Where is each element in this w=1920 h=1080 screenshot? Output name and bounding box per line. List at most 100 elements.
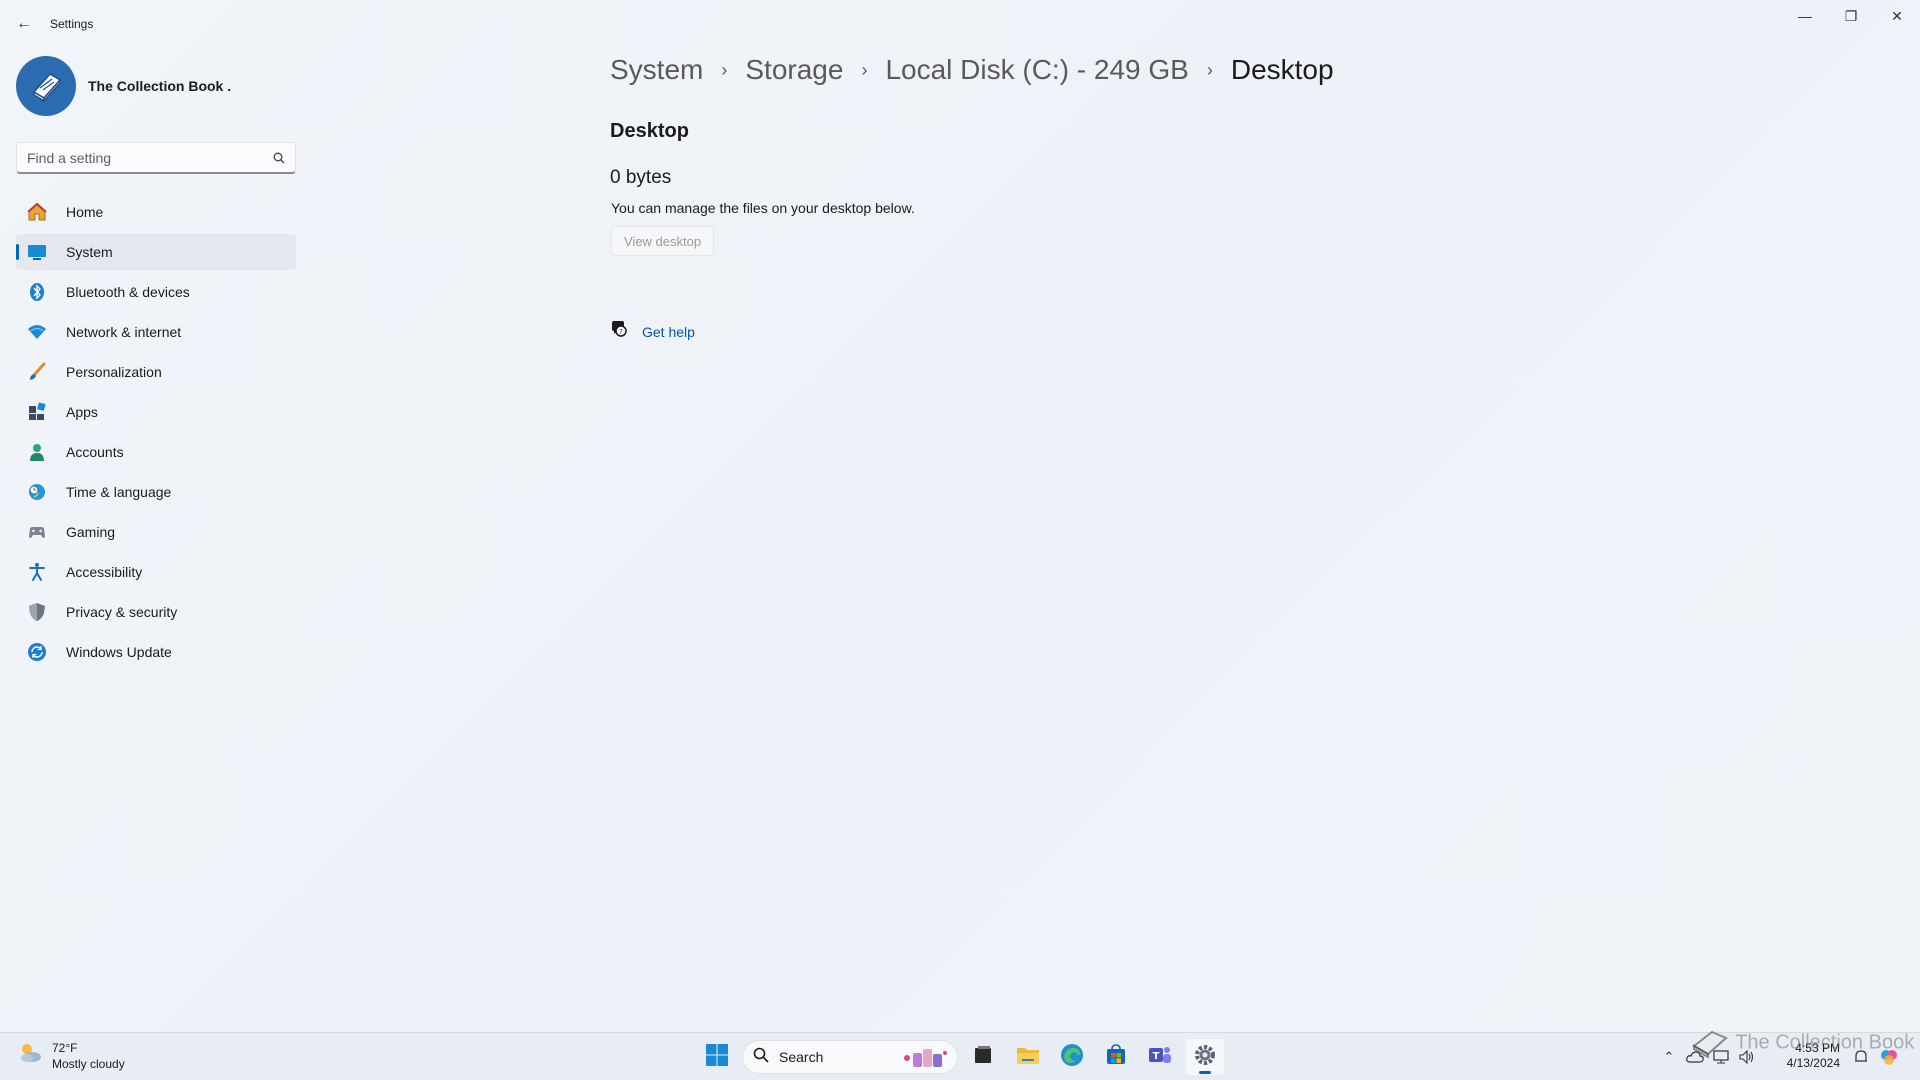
folder-icon <box>1016 1044 1040 1071</box>
bluetooth-icon <box>26 281 48 303</box>
notification-icon[interactable] <box>1848 1044 1874 1070</box>
sidebar-item-privacy[interactable]: Privacy & security <box>16 594 296 630</box>
description: You can manage the files on your desktop… <box>611 200 915 216</box>
section-title: Desktop <box>610 120 689 142</box>
onedrive-icon[interactable] <box>1682 1044 1708 1070</box>
breadcrumb-storage[interactable]: Storage <box>745 54 843 86</box>
wifi-icon <box>26 321 48 343</box>
home-icon <box>26 201 48 223</box>
get-help-link[interactable]: ? Get help <box>610 320 695 343</box>
accessibility-icon <box>26 561 48 583</box>
sidebar-item-label: Accessibility <box>66 564 143 580</box>
sidebar-item-bluetooth[interactable]: Bluetooth & devices <box>16 274 296 310</box>
gear-icon <box>1194 1044 1216 1071</box>
minimize-button[interactable]: — <box>1782 0 1828 32</box>
search-icon <box>753 1047 769 1068</box>
breadcrumb-separator: › <box>721 59 728 80</box>
sidebar-item-personalization[interactable]: Personalization <box>16 354 296 390</box>
sidebar-item-label: Bluetooth & devices <box>66 284 190 300</box>
sidebar-item-accounts[interactable]: Accounts <box>16 434 296 470</box>
breadcrumb-desktop: Desktop <box>1230 54 1334 85</box>
weather-temp: 72°F <box>52 1040 78 1055</box>
search-box[interactable] <box>16 142 296 174</box>
task-view-icon <box>972 1044 994 1071</box>
breadcrumb-local-disk[interactable]: Local Disk (C:) - 249 GB <box>885 54 1188 86</box>
book-icon <box>32 73 62 103</box>
profile[interactable]: The Collection Book . <box>16 56 231 116</box>
get-help-label: Get help <box>642 323 695 340</box>
view-desktop-button[interactable]: View desktop <box>611 226 715 256</box>
volume-icon[interactable] <box>1734 1044 1760 1070</box>
sidebar-item-home[interactable]: Home <box>16 194 296 230</box>
sidebar-nav: Home System Bluetooth & devices Network … <box>16 194 296 674</box>
refresh-icon <box>26 641 48 663</box>
sidebar-item-gaming[interactable]: Gaming <box>16 514 296 550</box>
back-button[interactable]: ← <box>10 12 38 36</box>
gamepad-icon <box>26 521 48 543</box>
start-button[interactable] <box>698 1039 736 1075</box>
sidebar-item-label: Time & language <box>66 484 172 500</box>
clock-date: 4/13/2024 <box>1786 1056 1840 1070</box>
breadcrumb-separator: › <box>861 59 868 80</box>
desktop-size: 0 bytes <box>610 167 672 188</box>
cloud-sun-icon <box>16 1039 44 1072</box>
edge-button[interactable] <box>1053 1039 1091 1075</box>
copilot-icon[interactable] <box>1876 1044 1902 1070</box>
task-view-button[interactable] <box>964 1039 1002 1075</box>
search-icon[interactable] <box>263 152 295 164</box>
teams-button[interactable]: T <box>1141 1039 1179 1075</box>
network-icon[interactable] <box>1708 1044 1734 1070</box>
taskbar-search[interactable]: Search <box>742 1040 958 1074</box>
taskbar: 72°F Mostly cloudy Search T ⌃ 4:53 PM 4/… <box>0 1032 1920 1080</box>
system-tray: ⌃ <box>1656 1033 1760 1080</box>
breadcrumb-separator: › <box>1206 59 1213 80</box>
breadcrumb: System › Storage › Local Disk (C:) - 249… <box>610 54 1334 86</box>
help-icon: ? <box>610 320 628 343</box>
clock-time: 4:53 PM <box>1795 1041 1840 1055</box>
maximize-button[interactable]: ❐ <box>1828 0 1874 32</box>
sidebar-item-label: Privacy & security <box>66 604 178 620</box>
sidebar-item-time-language[interactable]: Time & language <box>16 474 296 510</box>
taskbar-search-label: Search <box>779 1049 824 1065</box>
file-explorer-button[interactable] <box>1009 1039 1047 1075</box>
sidebar-item-label: Personalization <box>66 364 162 380</box>
search-highlight-icon <box>903 1047 949 1074</box>
weather-desc: Mostly cloudy <box>52 1056 125 1071</box>
breadcrumb-system[interactable]: System <box>610 54 703 86</box>
search-input[interactable] <box>17 149 263 166</box>
settings-taskbar-button[interactable] <box>1186 1039 1224 1075</box>
sidebar-item-label: Windows Update <box>66 644 172 660</box>
title-bar: ← Settings — ❐ ✕ <box>0 0 1920 48</box>
sidebar-item-apps[interactable]: Apps <box>16 394 296 430</box>
sidebar-item-accessibility[interactable]: Accessibility <box>16 554 296 590</box>
shield-icon <box>26 601 48 623</box>
teams-icon: T <box>1148 1043 1172 1072</box>
show-hidden-icons-button[interactable]: ⌃ <box>1656 1044 1682 1070</box>
apps-icon <box>26 401 48 423</box>
settings-window: ← Settings — ❐ ✕ The Collection Book . F… <box>0 0 1920 1032</box>
sidebar-item-label: Home <box>66 204 104 220</box>
clock[interactable]: 4:53 PM 4/13/2024 <box>1770 1041 1840 1071</box>
person-icon <box>26 441 48 463</box>
sidebar-item-label: Gaming <box>66 524 116 540</box>
store-icon <box>1105 1043 1127 1071</box>
globe-clock-icon <box>26 481 48 503</box>
sidebar-item-system[interactable]: System <box>16 234 296 270</box>
close-button[interactable]: ✕ <box>1874 0 1920 32</box>
weather-widget[interactable]: 72°F Mostly cloudy <box>16 1039 125 1072</box>
windows-logo-icon <box>705 1043 729 1072</box>
brush-icon <box>26 361 48 383</box>
sidebar-item-label: System <box>66 244 113 260</box>
edge-icon <box>1060 1043 1084 1072</box>
svg-text:T: T <box>1153 1051 1160 1062</box>
store-button[interactable] <box>1097 1039 1135 1075</box>
sidebar-item-network[interactable]: Network & internet <box>16 314 296 350</box>
avatar[interactable] <box>16 56 76 116</box>
sidebar-item-label: Accounts <box>66 444 124 460</box>
sidebar-item-label: Network & internet <box>66 324 182 340</box>
app-title: Settings <box>50 17 94 31</box>
profile-name: The Collection Book . <box>88 78 232 94</box>
sidebar-item-windows-update[interactable]: Windows Update <box>16 634 296 670</box>
svg-text:?: ? <box>619 328 623 336</box>
system-icon <box>26 241 48 263</box>
